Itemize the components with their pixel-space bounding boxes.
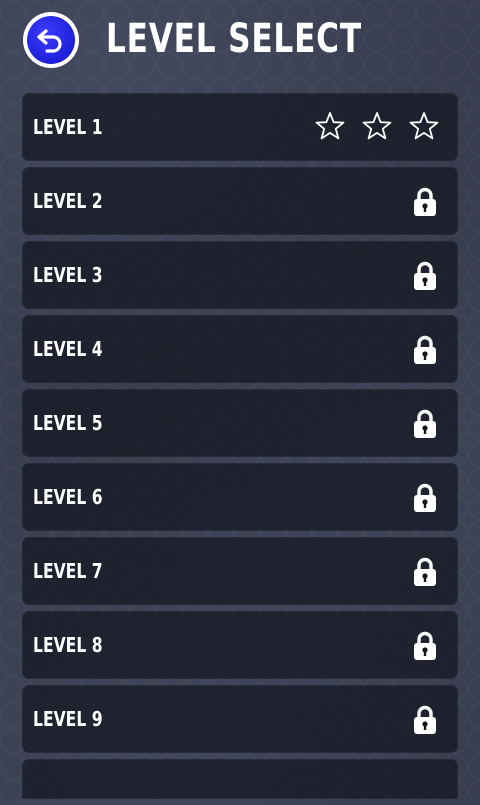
star-empty-icon: [314, 111, 346, 141]
level-row-2[interactable]: LEVEL 2: [22, 167, 458, 235]
lock-icon: [413, 483, 437, 517]
lock-icon: [413, 631, 437, 665]
level-label: LEVEL 1: [33, 115, 103, 139]
level-label: LEVEL 7: [33, 559, 103, 583]
lock-icon: [413, 705, 437, 739]
lock-icon: [413, 187, 437, 221]
level-label: LEVEL 2: [33, 189, 103, 213]
level-label: LEVEL 6: [33, 485, 103, 509]
level-list: LEVEL 1 LEVEL 2 LEVEL 3 LEVEL 4 LEVEL 5 …: [22, 93, 458, 805]
level-label: LEVEL 4: [33, 337, 103, 361]
lock-icon: [413, 335, 437, 369]
header: LEVEL SELECT: [0, 0, 480, 86]
page-title: LEVEL SELECT: [106, 16, 362, 62]
level-row-8[interactable]: LEVEL 8: [22, 611, 458, 679]
level-row-5[interactable]: LEVEL 5: [22, 389, 458, 457]
lock-icon: [413, 261, 437, 295]
back-arrow-icon: [37, 29, 62, 53]
lock-icon: [413, 557, 437, 591]
back-button-face: [27, 16, 75, 64]
back-button[interactable]: [23, 12, 79, 68]
lock-icon: [413, 409, 437, 443]
star-rating: [314, 111, 440, 141]
level-row-6[interactable]: LEVEL 6: [22, 463, 458, 531]
level-row-9[interactable]: LEVEL 9: [22, 685, 458, 753]
level-row-7[interactable]: LEVEL 7: [22, 537, 458, 605]
level-label: LEVEL 8: [33, 633, 103, 657]
level-row-partial[interactable]: [22, 759, 458, 799]
level-row-3[interactable]: LEVEL 3: [22, 241, 458, 309]
star-empty-icon: [408, 111, 440, 141]
star-empty-icon: [361, 111, 393, 141]
level-row-4[interactable]: LEVEL 4: [22, 315, 458, 383]
level-label: LEVEL 9: [33, 707, 103, 731]
level-label: LEVEL 5: [33, 411, 103, 435]
level-row-1[interactable]: LEVEL 1: [22, 93, 458, 161]
level-label: LEVEL 3: [33, 263, 103, 287]
